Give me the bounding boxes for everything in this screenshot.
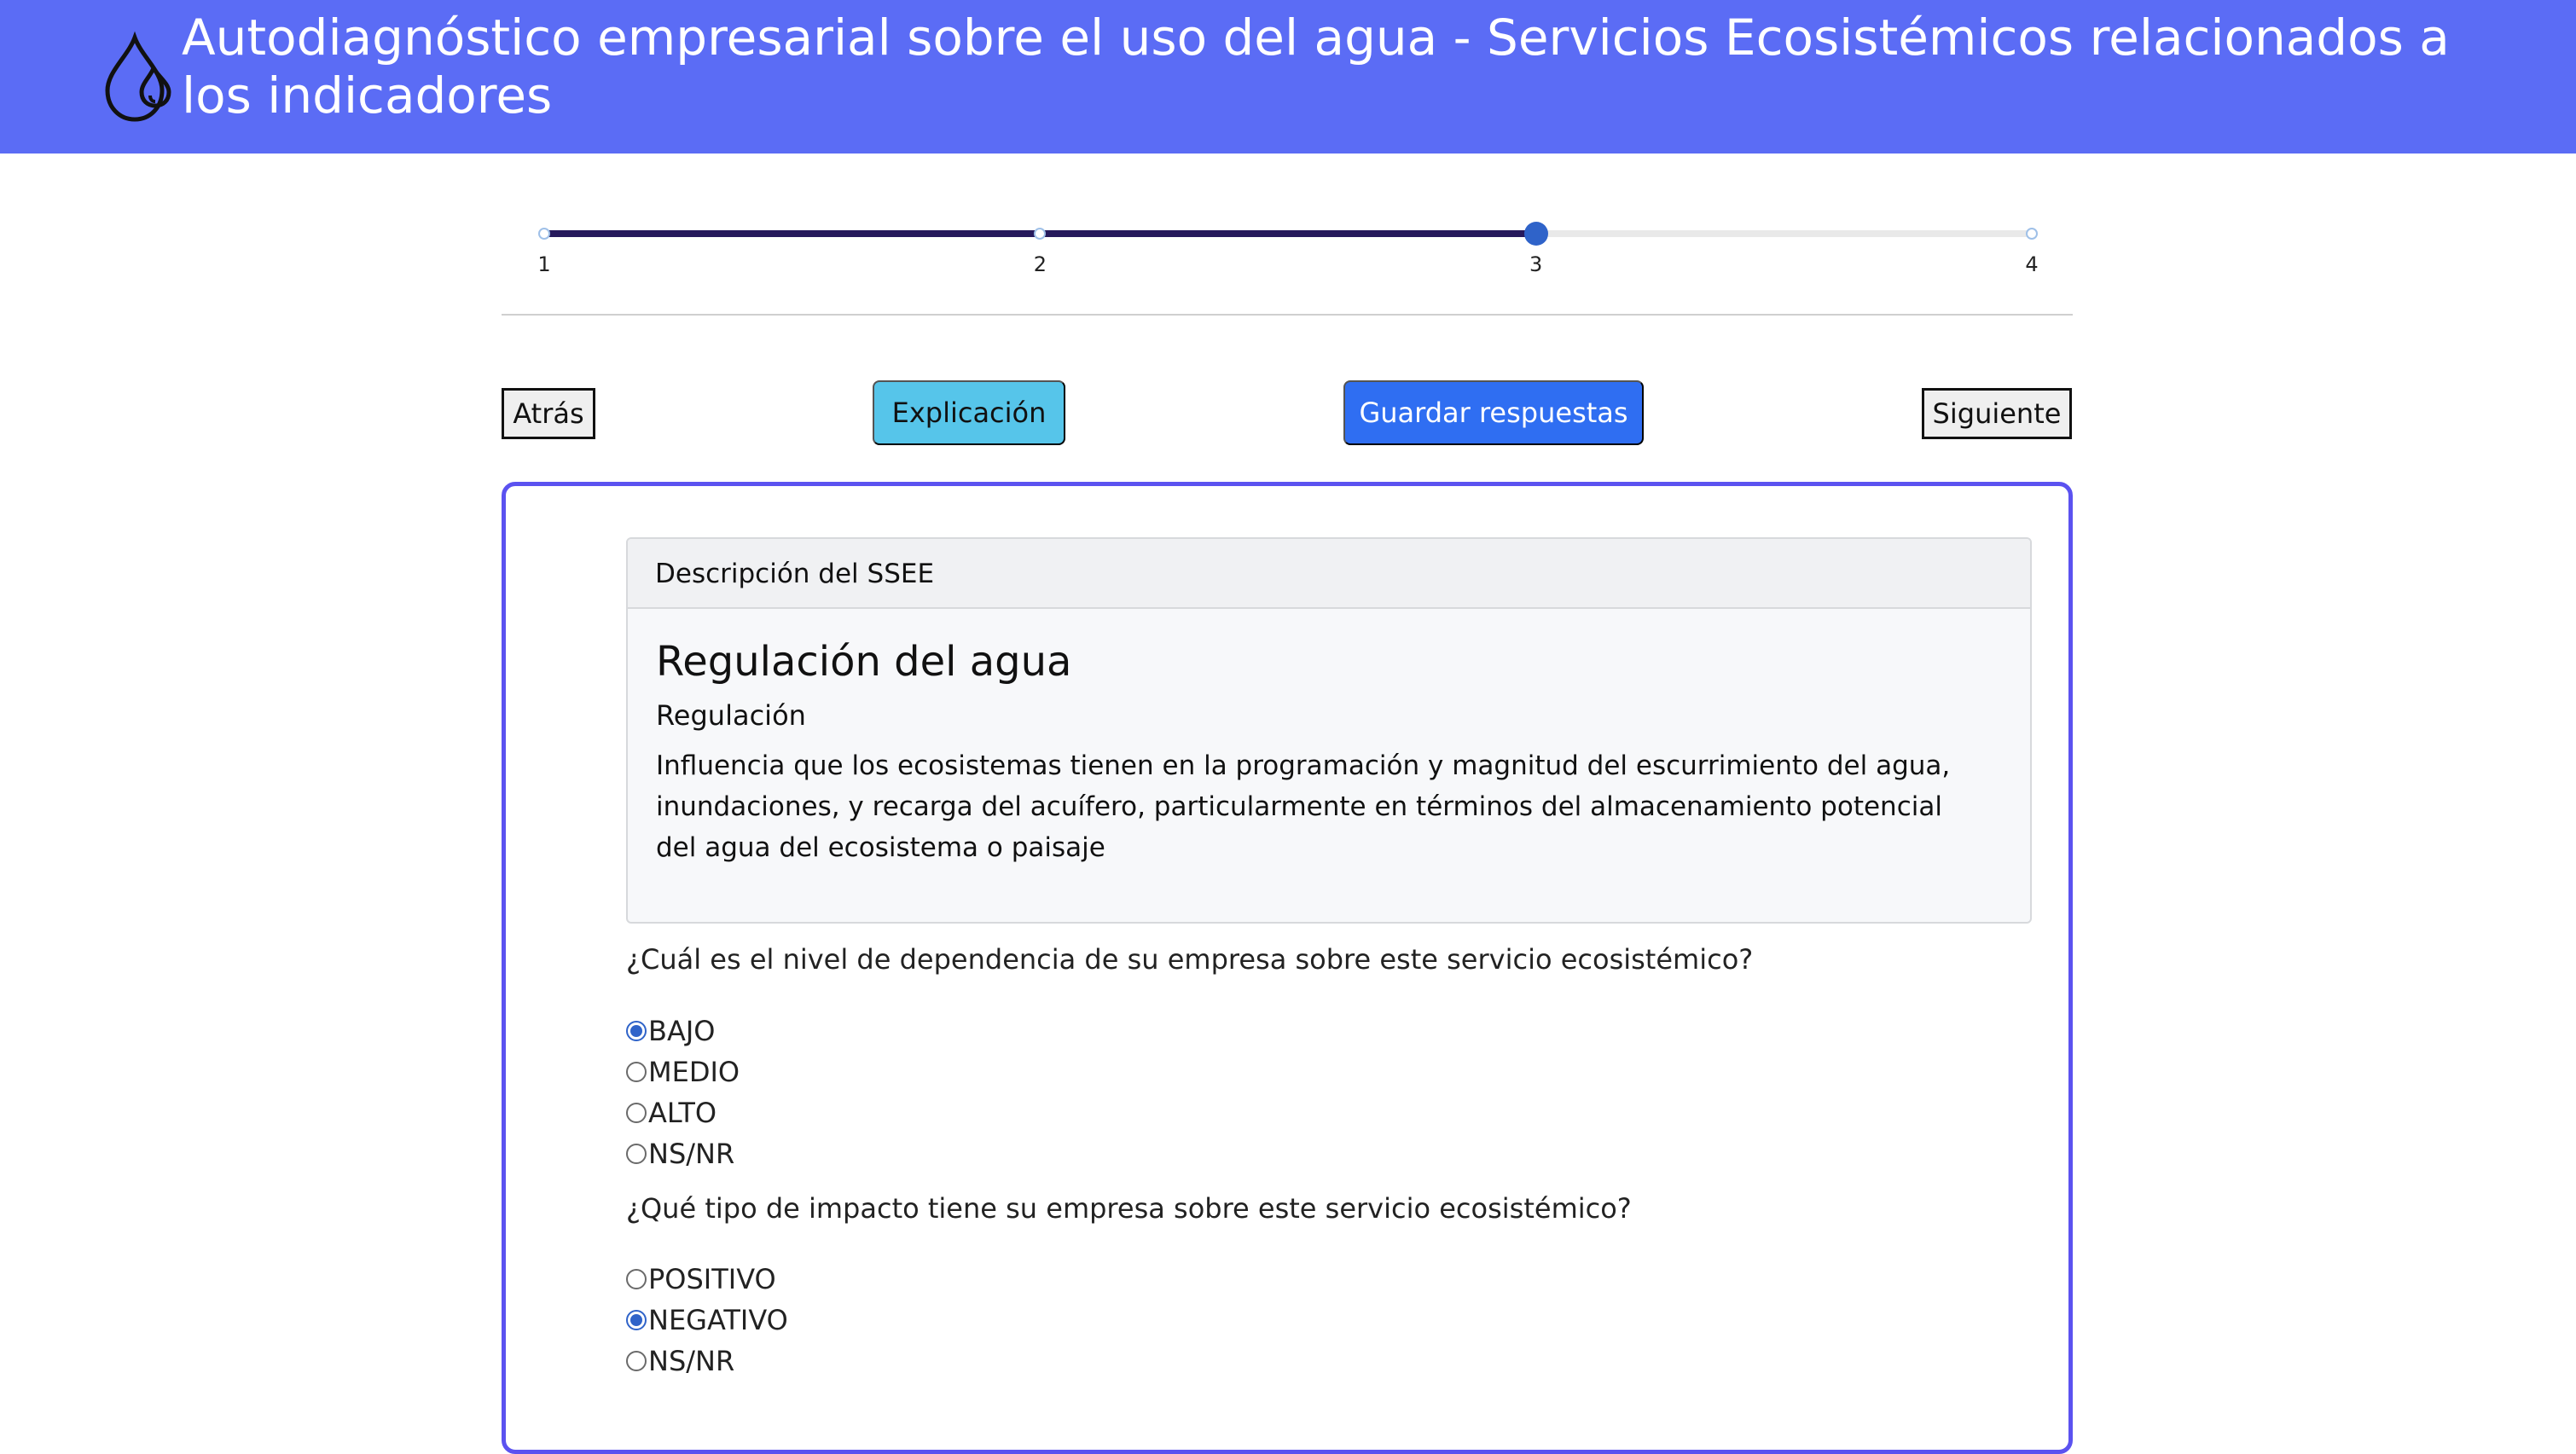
card-header: Descripción del SSEE [628, 539, 2030, 609]
save-answers-button[interactable]: Guardar respuestas [1343, 380, 1644, 445]
card-description: Influencia que los ecosistemas tienen en… [656, 750, 1951, 863]
option-dependency-alto[interactable]: ALTO [626, 1092, 717, 1133]
option-impact-positivo[interactable]: POSITIVO [626, 1259, 776, 1300]
water-drops-icon [105, 31, 171, 122]
progress-stepper: 1 2 3 4 [502, 188, 2073, 316]
question-dependency: ¿Cuál es el nivel de dependencia de su e… [626, 943, 1754, 976]
option-dependency-bajo[interactable]: BAJO [626, 1011, 715, 1051]
option-label: NEGATIVO [648, 1304, 788, 1336]
divider [502, 314, 2073, 316]
step-label-3: 3 [1529, 252, 1543, 276]
option-dependency-nsnr[interactable]: NS/NR [626, 1133, 734, 1174]
option-label: BAJO [648, 1015, 716, 1047]
radio-button[interactable] [626, 1144, 647, 1164]
question-impact: ¿Qué tipo de impacto tiene su empresa so… [626, 1192, 1632, 1225]
explanation-button[interactable]: Explicación [873, 380, 1065, 445]
option-dependency-medio[interactable]: MEDIO [626, 1051, 740, 1092]
step-label-2: 2 [1033, 252, 1047, 276]
step-label-1: 1 [537, 252, 551, 276]
page-title: Autodiagnóstico empresarial sobre el uso… [182, 9, 2450, 125]
radio-button[interactable] [626, 1310, 647, 1330]
option-label: NS/NR [648, 1345, 735, 1377]
radio-button[interactable] [626, 1062, 647, 1082]
card-subtitle: Regulación [656, 699, 806, 732]
option-label: MEDIO [648, 1056, 740, 1088]
next-button[interactable]: Siguiente [1922, 388, 2072, 439]
step-dot-1[interactable] [538, 228, 550, 240]
radio-button[interactable] [626, 1351, 647, 1371]
page-header: Autodiagnóstico empresarial sobre el uso… [0, 0, 2576, 154]
step-dot-2[interactable] [1034, 228, 1047, 240]
option-impact-nsnr[interactable]: NS/NR [626, 1341, 734, 1382]
radio-button[interactable] [626, 1269, 647, 1289]
description-card: Descripción del SSEE Regulación del agua… [626, 537, 2032, 924]
back-button[interactable]: Atrás [502, 388, 595, 439]
step-label-4: 4 [2025, 252, 2039, 276]
radio-button[interactable] [626, 1103, 647, 1123]
step-dot-3[interactable] [1523, 222, 1548, 246]
step-dot-4[interactable] [2026, 228, 2038, 240]
option-label: POSITIVO [648, 1263, 776, 1295]
option-label: NS/NR [648, 1138, 735, 1170]
option-label: ALTO [648, 1097, 717, 1129]
card-title: Regulación del agua [656, 638, 1072, 686]
radio-button[interactable] [626, 1021, 647, 1041]
option-impact-negativo[interactable]: NEGATIVO [626, 1300, 788, 1341]
